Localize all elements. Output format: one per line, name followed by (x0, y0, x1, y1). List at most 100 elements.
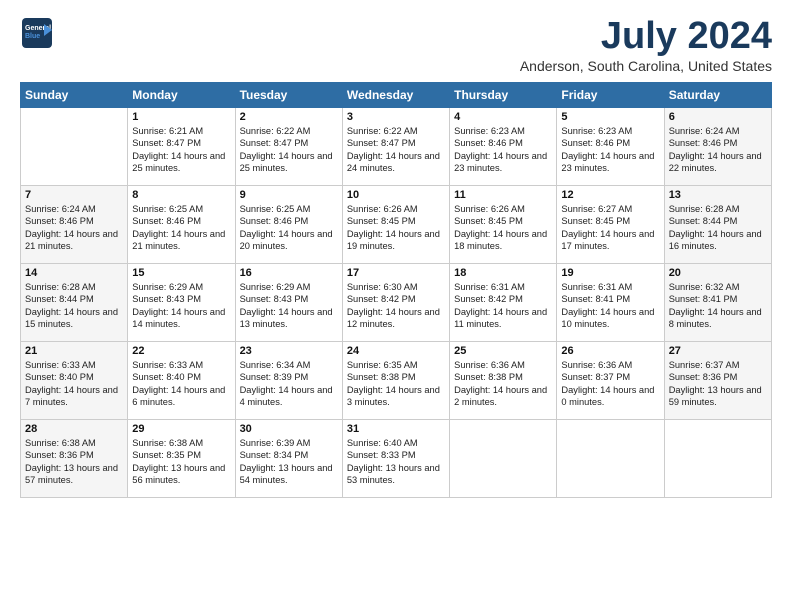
day-info: Sunrise: 6:38 AMSunset: 8:36 PMDaylight:… (25, 437, 123, 487)
logo: General Blue (20, 16, 54, 50)
day-number: 26 (561, 345, 659, 357)
day-info: Sunrise: 6:32 AMSunset: 8:41 PMDaylight:… (669, 281, 767, 331)
table-row: 16 Sunrise: 6:29 AMSunset: 8:43 PMDayligh… (235, 263, 342, 341)
day-number: 21 (25, 345, 123, 357)
day-info: Sunrise: 6:29 AMSunset: 8:43 PMDaylight:… (240, 281, 338, 331)
table-row: 14 Sunrise: 6:28 AMSunset: 8:44 PMDayligh… (21, 263, 128, 341)
day-info: Sunrise: 6:28 AMSunset: 8:44 PMDaylight:… (25, 281, 123, 331)
table-row: 7 Sunrise: 6:24 AMSunset: 8:46 PMDaylight… (21, 185, 128, 263)
day-info: Sunrise: 6:33 AMSunset: 8:40 PMDaylight:… (132, 359, 230, 409)
day-info: Sunrise: 6:25 AMSunset: 8:46 PMDaylight:… (132, 203, 230, 253)
day-info: Sunrise: 6:39 AMSunset: 8:34 PMDaylight:… (240, 437, 338, 487)
day-info: Sunrise: 6:22 AMSunset: 8:47 PMDaylight:… (347, 125, 445, 175)
calendar-week-row: 14 Sunrise: 6:28 AMSunset: 8:44 PMDayligh… (21, 263, 772, 341)
table-row: 1 Sunrise: 6:21 AMSunset: 8:47 PMDaylight… (128, 107, 235, 185)
day-info: Sunrise: 6:25 AMSunset: 8:46 PMDaylight:… (240, 203, 338, 253)
day-number: 30 (240, 423, 338, 435)
location: Anderson, South Carolina, United States (520, 58, 772, 74)
table-row: 19 Sunrise: 6:31 AMSunset: 8:41 PMDayligh… (557, 263, 664, 341)
table-row: 3 Sunrise: 6:22 AMSunset: 8:47 PMDaylight… (342, 107, 449, 185)
table-row: 24 Sunrise: 6:35 AMSunset: 8:38 PMDayligh… (342, 341, 449, 419)
table-row: 12 Sunrise: 6:27 AMSunset: 8:45 PMDayligh… (557, 185, 664, 263)
table-row: 30 Sunrise: 6:39 AMSunset: 8:34 PMDayligh… (235, 419, 342, 497)
day-number: 24 (347, 345, 445, 357)
day-number: 14 (25, 267, 123, 279)
table-row: 6Sunrise: 6:24 AMSunset: 8:46 PMDaylight… (664, 107, 771, 185)
day-info: Sunrise: 6:40 AMSunset: 8:33 PMDaylight:… (347, 437, 445, 487)
day-info: Sunrise: 6:27 AMSunset: 8:45 PMDaylight:… (561, 203, 659, 253)
day-number: 31 (347, 423, 445, 435)
table-row: 26 Sunrise: 6:36 AMSunset: 8:37 PMDayligh… (557, 341, 664, 419)
day-info: Sunrise: 6:22 AMSunset: 8:47 PMDaylight:… (240, 125, 338, 175)
day-info: Sunrise: 6:21 AMSunset: 8:47 PMDaylight:… (132, 125, 230, 175)
day-number: 29 (132, 423, 230, 435)
day-number: 16 (240, 267, 338, 279)
header-sunday: Sunday (21, 82, 128, 107)
day-number: 10 (347, 189, 445, 201)
calendar-week-row: 21 Sunrise: 6:33 AMSunset: 8:40 PMDayligh… (21, 341, 772, 419)
day-info: Sunrise: 6:34 AMSunset: 8:39 PMDaylight:… (240, 359, 338, 409)
table-row: 23 Sunrise: 6:34 AMSunset: 8:39 PMDayligh… (235, 341, 342, 419)
day-info: Sunrise: 6:36 AMSunset: 8:37 PMDaylight:… (561, 359, 659, 409)
header-saturday: Saturday (664, 82, 771, 107)
day-info: Sunrise: 6:26 AMSunset: 8:45 PMDaylight:… (347, 203, 445, 253)
day-number: 5 (561, 111, 659, 123)
day-number: 17 (347, 267, 445, 279)
svg-text:Blue: Blue (25, 33, 40, 40)
table-row: 25Sunrise: 6:36 AMSunset: 8:38 PMDayligh… (450, 341, 557, 419)
calendar-week-row: 1 Sunrise: 6:21 AMSunset: 8:47 PMDaylight… (21, 107, 772, 185)
table-row: 18Sunrise: 6:31 AMSunset: 8:42 PMDayligh… (450, 263, 557, 341)
month-title: July 2024 (520, 16, 772, 58)
day-number: 23 (240, 345, 338, 357)
table-row: 29 Sunrise: 6:38 AMSunset: 8:35 PMDayligh… (128, 419, 235, 497)
header-tuesday: Tuesday (235, 82, 342, 107)
calendar-table: Sunday Monday Tuesday Wednesday Thursday… (20, 82, 772, 498)
day-number: 18 (454, 267, 552, 279)
day-number: 3 (347, 111, 445, 123)
header-wednesday: Wednesday (342, 82, 449, 107)
table-row: 20 Sunrise: 6:32 AMSunset: 8:41 PMDayligh… (664, 263, 771, 341)
day-info: Sunrise: 6:38 AMSunset: 8:35 PMDaylight:… (132, 437, 230, 487)
table-row: 9 Sunrise: 6:25 AMSunset: 8:46 PMDaylight… (235, 185, 342, 263)
table-row: 28Sunrise: 6:38 AMSunset: 8:36 PMDayligh… (21, 419, 128, 497)
day-info: Sunrise: 6:37 AMSunset: 8:36 PMDaylight:… (669, 359, 767, 409)
day-info: Sunrise: 6:24 AMSunset: 8:46 PMDaylight:… (25, 203, 123, 253)
header-monday: Monday (128, 82, 235, 107)
day-number: 7 (25, 189, 123, 201)
day-info: Sunrise: 6:31 AMSunset: 8:41 PMDaylight:… (561, 281, 659, 331)
header: General Blue July 2024 Anderson, South C… (20, 16, 772, 74)
day-number: 19 (561, 267, 659, 279)
day-number: 2 (240, 111, 338, 123)
page: General Blue July 2024 Anderson, South C… (0, 0, 792, 508)
day-number: 9 (240, 189, 338, 201)
table-row: 17 Sunrise: 6:30 AMSunset: 8:42 PMDayligh… (342, 263, 449, 341)
day-number: 1 (132, 111, 230, 123)
day-info: Sunrise: 6:30 AMSunset: 8:42 PMDaylight:… (347, 281, 445, 331)
day-number: 15 (132, 267, 230, 279)
calendar-week-row: 28Sunrise: 6:38 AMSunset: 8:36 PMDayligh… (21, 419, 772, 497)
logo-icon: General Blue (20, 16, 54, 50)
header-friday: Friday (557, 82, 664, 107)
day-info: Sunrise: 6:35 AMSunset: 8:38 PMDaylight:… (347, 359, 445, 409)
day-number: 11 (454, 189, 552, 201)
day-number: 20 (669, 267, 767, 279)
table-row: 8Sunrise: 6:25 AMSunset: 8:46 PMDaylight… (128, 185, 235, 263)
table-row: 27Sunrise: 6:37 AMSunset: 8:36 PMDayligh… (664, 341, 771, 419)
calendar-week-row: 7 Sunrise: 6:24 AMSunset: 8:46 PMDaylight… (21, 185, 772, 263)
title-area: July 2024 Anderson, South Carolina, Unit… (520, 16, 772, 74)
table-row: 11 Sunrise: 6:26 AMSunset: 8:45 PMDayligh… (450, 185, 557, 263)
day-info: Sunrise: 6:36 AMSunset: 8:38 PMDaylight:… (454, 359, 552, 409)
table-row (21, 107, 128, 185)
table-row: 31 Sunrise: 6:40 AMSunset: 8:33 PMDayligh… (342, 419, 449, 497)
day-number: 12 (561, 189, 659, 201)
table-row: 10 Sunrise: 6:26 AMSunset: 8:45 PMDayligh… (342, 185, 449, 263)
table-row: 4Sunrise: 6:23 AMSunset: 8:46 PMDaylight… (450, 107, 557, 185)
table-row: 2 Sunrise: 6:22 AMSunset: 8:47 PMDaylight… (235, 107, 342, 185)
table-row (450, 419, 557, 497)
calendar-header-row: Sunday Monday Tuesday Wednesday Thursday… (21, 82, 772, 107)
day-info: Sunrise: 6:26 AMSunset: 8:45 PMDaylight:… (454, 203, 552, 253)
table-row: 13Sunrise: 6:28 AMSunset: 8:44 PMDayligh… (664, 185, 771, 263)
day-info: Sunrise: 6:29 AMSunset: 8:43 PMDaylight:… (132, 281, 230, 331)
day-number: 13 (669, 189, 767, 201)
day-info: Sunrise: 6:33 AMSunset: 8:40 PMDaylight:… (25, 359, 123, 409)
